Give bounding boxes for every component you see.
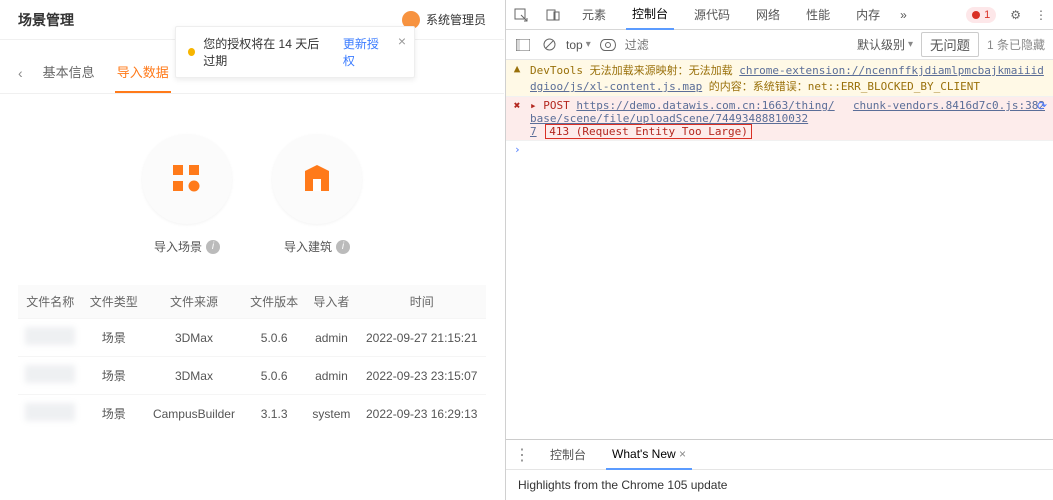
col-filename: 文件名称 bbox=[18, 285, 83, 319]
redacted-name bbox=[25, 327, 75, 345]
devtools-tab-memory[interactable]: 内存 bbox=[850, 0, 886, 30]
tab-basic-info[interactable]: 基本信息 bbox=[41, 52, 97, 93]
col-version: 文件版本 bbox=[243, 285, 305, 319]
toast-action-link[interactable]: 更新授权 bbox=[343, 35, 386, 69]
console-error-row[interactable]: ✖ ▸ POST https://demo.datawis.com.cn:166… bbox=[506, 97, 1053, 141]
http-status: 413 (Request Entity Too Large) bbox=[545, 124, 752, 139]
import-scene-label: 导入场景 i bbox=[154, 238, 220, 255]
error-count-badge[interactable]: 1 bbox=[966, 7, 996, 23]
page-title: 场景管理 bbox=[18, 10, 74, 30]
import-history-table: 文件名称 文件类型 文件来源 文件版本 导入者 时间 场景 3DMax 5.0.… bbox=[18, 285, 486, 432]
license-toast: 您的授权将在 14 天后过期 更新授权 × bbox=[175, 26, 415, 78]
devtools-tab-performance[interactable]: 性能 bbox=[800, 0, 836, 30]
redacted-name bbox=[25, 403, 75, 421]
console-messages: ▲ DevTools 无法加载来源映射：无法加载 chrome-extensio… bbox=[506, 60, 1053, 439]
table-row[interactable]: 场景 CampusBuilder 3.1.3 system 2022-09-23… bbox=[18, 395, 486, 433]
console-filter-input[interactable] bbox=[625, 38, 849, 52]
building-icon bbox=[299, 161, 335, 197]
table-row[interactable]: 场景 3DMax 5.0.6 admin 2022-09-27 21:15:21 bbox=[18, 319, 486, 357]
import-building-label: 导入建筑 i bbox=[284, 238, 350, 255]
console-sidebar-toggle-icon[interactable] bbox=[514, 36, 532, 54]
devtools-tabbar: 元素 控制台 源代码 网络 性能 内存 » 1 ⚙ ⋮ bbox=[506, 0, 1053, 30]
redacted-name bbox=[25, 365, 75, 383]
error-icon: ✖ bbox=[510, 99, 524, 138]
device-mode-icon[interactable] bbox=[544, 6, 562, 24]
warning-icon: ▲ bbox=[510, 62, 524, 94]
drawer-tabbar: ⋮ 控制台 What's New × bbox=[506, 440, 1053, 470]
context-selector[interactable]: top bbox=[566, 38, 591, 52]
grid-icon bbox=[169, 161, 205, 197]
back-button[interactable]: ‹ bbox=[18, 65, 23, 81]
log-level-selector[interactable]: 默认级别 bbox=[857, 36, 913, 53]
console-prompt[interactable]: › bbox=[506, 141, 1053, 158]
import-building-icon-wrap bbox=[272, 134, 362, 224]
warning-dot-icon bbox=[188, 48, 195, 56]
info-icon[interactable]: i bbox=[206, 240, 220, 254]
console-warning-text: DevTools 无法加载来源映射：无法加载 chrome-extension:… bbox=[530, 62, 1045, 94]
clear-console-icon[interactable] bbox=[540, 36, 558, 54]
console-error-text: ▸ POST https://demo.datawis.com.cn:1663/… bbox=[530, 99, 841, 138]
info-icon[interactable]: i bbox=[336, 240, 350, 254]
import-scene-card[interactable]: 导入场景 i bbox=[142, 134, 232, 255]
error-source-link[interactable]: chunk-vendors.8416d7c0.js:382 bbox=[847, 99, 1045, 138]
devtools-tab-elements[interactable]: 元素 bbox=[576, 0, 612, 30]
tab-import-data[interactable]: 导入数据 bbox=[115, 52, 171, 93]
admin-label: 系统管理员 bbox=[426, 11, 486, 28]
col-filetype: 文件类型 bbox=[83, 285, 145, 319]
drawer-menu-icon[interactable]: ⋮ bbox=[514, 445, 530, 465]
refresh-icon[interactable]: ⟳ bbox=[1037, 99, 1047, 113]
element-picker-icon[interactable] bbox=[512, 6, 530, 24]
devtools-tab-network[interactable]: 网络 bbox=[750, 0, 786, 30]
col-time: 时间 bbox=[357, 285, 486, 319]
import-scene-icon-wrap bbox=[142, 134, 232, 224]
toast-close-button[interactable]: × bbox=[398, 33, 406, 49]
drawer-tab-console[interactable]: 控制台 bbox=[544, 440, 592, 470]
whatsnew-headline: Highlights from the Chrome 105 update bbox=[506, 470, 1053, 500]
console-warning-row[interactable]: ▲ DevTools 无法加载来源映射：无法加载 chrome-extensio… bbox=[506, 60, 1053, 97]
console-toolbar: top 默认级别 无问题 1 条已隐藏 bbox=[506, 30, 1053, 60]
devtools-drawer: ⋮ 控制台 What's New × Highlights from the C… bbox=[506, 439, 1053, 500]
table-row[interactable]: 场景 3DMax 5.0.6 admin 2022-09-23 23:15:07 bbox=[18, 357, 486, 395]
hidden-count[interactable]: 1 条已隐藏 bbox=[987, 36, 1045, 53]
drawer-tab-close-icon[interactable]: × bbox=[679, 447, 686, 461]
devtools-tab-sources[interactable]: 源代码 bbox=[688, 0, 736, 30]
app-panel: 场景管理 系统管理员 您的授权将在 14 天后过期 更新授权 × ‹ 基本信息 … bbox=[0, 0, 505, 500]
kebab-menu-icon[interactable]: ⋮ bbox=[1035, 8, 1047, 22]
live-expression-eye-icon[interactable] bbox=[599, 36, 617, 54]
issues-button[interactable]: 无问题 bbox=[921, 32, 979, 57]
devtools-tabs-more[interactable]: » bbox=[900, 8, 907, 22]
drawer-tab-whatsnew[interactable]: What's New × bbox=[606, 440, 692, 470]
settings-gear-icon[interactable]: ⚙ bbox=[1010, 8, 1021, 22]
toast-message: 您的授权将在 14 天后过期 bbox=[203, 35, 329, 69]
devtools-tab-console[interactable]: 控制台 bbox=[626, 0, 674, 30]
devtools-panel: 元素 控制台 源代码 网络 性能 内存 » 1 ⚙ ⋮ top 默认级别 无问题… bbox=[505, 0, 1053, 500]
col-source: 文件来源 bbox=[145, 285, 243, 319]
import-building-card[interactable]: 导入建筑 i bbox=[272, 134, 362, 255]
col-importer: 导入者 bbox=[305, 285, 357, 319]
import-cards: 导入场景 i 导入建筑 i bbox=[0, 94, 504, 285]
